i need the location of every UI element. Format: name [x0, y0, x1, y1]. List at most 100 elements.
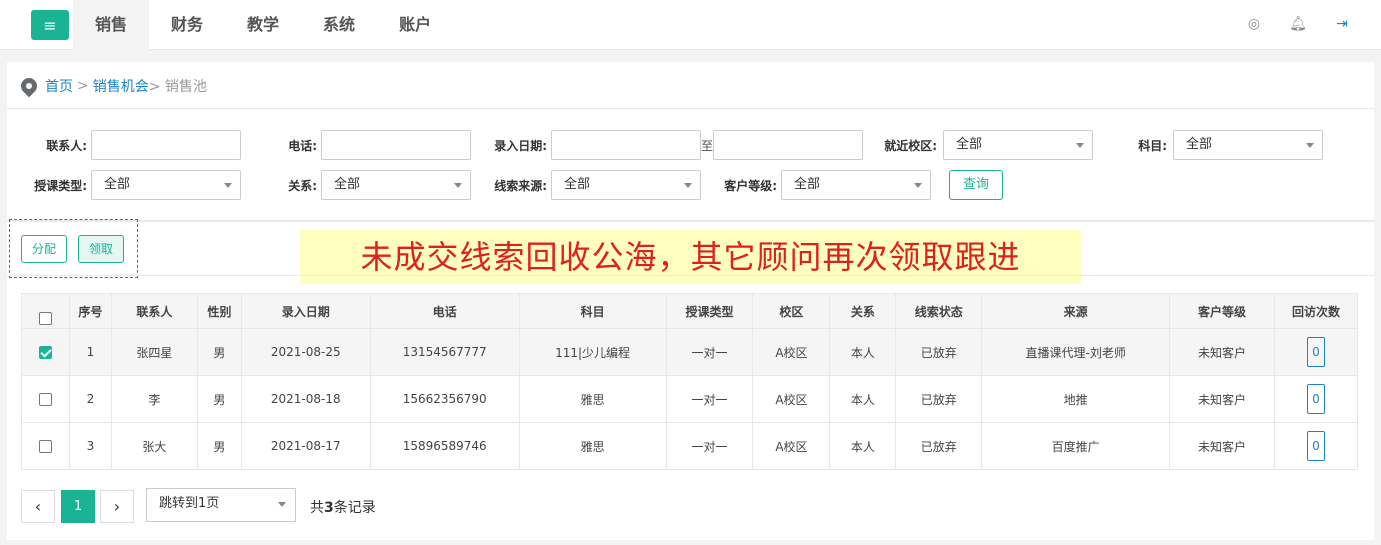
date-end-input[interactable] — [713, 130, 863, 160]
breadcrumb-home[interactable]: 首页 — [45, 76, 73, 96]
divider — [7, 275, 1374, 276]
cell-contact: 李 — [110, 375, 198, 423]
row-checkbox[interactable] — [38, 393, 52, 406]
table-row[interactable]: 2 李 男 2021-08-18 15662356790 雅思 一对一 A校区 … — [21, 375, 1359, 423]
campus-select[interactable]: 全部 — [943, 130, 1093, 160]
date-start-input[interactable] — [551, 130, 701, 160]
date-to-text: 至 — [701, 139, 714, 153]
select-all-cell — [21, 293, 70, 329]
claim-button[interactable]: 领取 — [78, 235, 124, 263]
assign-button[interactable]: 分配 — [21, 235, 67, 263]
lead-source-select[interactable]: 全部 — [551, 170, 701, 200]
sales-pool-table: 序号 联系人 性别 录入日期 电话 科目 授课类型 校区 关系 线索状态 来源 … — [21, 293, 1359, 470]
prev-page-button[interactable]: ‹ — [21, 490, 55, 523]
cell-status: 已放弃 — [895, 375, 983, 423]
table-row[interactable]: 1 张四星 男 2021-08-25 13154567777 111|少儿编程 … — [21, 328, 1359, 376]
total-records: 共3条记录 — [310, 497, 376, 517]
cell-subject: 雅思 — [518, 375, 667, 423]
row-checkbox[interactable] — [38, 346, 52, 359]
cell-date: 2021-08-17 — [240, 422, 371, 470]
breadcrumb: 首页 > 销售机会 > 销售池 — [17, 74, 207, 98]
column-header: 序号 — [68, 293, 112, 329]
cell-date: 2021-08-18 — [240, 375, 371, 423]
column-header: 客户等级 — [1169, 293, 1275, 329]
total-prefix: 共 — [310, 500, 324, 516]
course-type-select[interactable]: 全部 — [91, 170, 241, 200]
nav-item-teaching[interactable]: 教学 — [225, 0, 301, 50]
breadcrumb-sales-opportunity[interactable]: 销售机会 — [93, 76, 149, 96]
query-button[interactable]: 查询 — [949, 170, 1003, 200]
cell-source: 百度推广 — [981, 422, 1171, 470]
cell-level: 未知客户 — [1169, 375, 1275, 423]
column-header: 性别 — [196, 293, 242, 329]
column-header: 校区 — [752, 293, 831, 329]
contact-label: 联系人: — [46, 139, 87, 153]
bell-icon[interactable]: 🔔︎ — [1289, 15, 1307, 33]
customer-level-select[interactable]: 全部 — [781, 170, 931, 200]
support-icon[interactable]: ◎ — [1245, 15, 1263, 33]
entry-date-label: 录入日期: — [494, 139, 547, 153]
lead-source-select-value: 全部 — [564, 177, 591, 192]
column-header: 科目 — [518, 293, 667, 329]
chevron-down-icon — [224, 183, 232, 188]
table-header-row: 序号 联系人 性别 录入日期 电话 科目 授课类型 校区 关系 线索状态 来源 … — [21, 293, 1359, 329]
jump-to-page-value: 跳转到1页 — [159, 496, 220, 511]
relation-label: 关系: — [288, 179, 317, 193]
top-bar: ≡ 销售 财务 教学 系统 账户 ◎ 🔔︎ ⇥ — [0, 0, 1381, 50]
cell-visits: 0 — [1273, 375, 1359, 423]
cell-visits: 0 — [1273, 422, 1359, 470]
cell-contact: 张四星 — [110, 328, 198, 376]
subject-select-value: 全部 — [1186, 137, 1213, 152]
cell-date: 2021-08-25 — [240, 328, 371, 376]
relation-select[interactable]: 全部 — [321, 170, 471, 200]
column-header: 来源 — [981, 293, 1171, 329]
cell-course-type: 一对一 — [665, 422, 754, 470]
next-page-button[interactable]: › — [100, 490, 134, 523]
hamburger-menu-button[interactable]: ≡ — [31, 10, 69, 40]
breadcrumb-separator: > — [77, 78, 89, 94]
visit-count-button[interactable]: 0 — [1306, 431, 1325, 461]
page-1-button[interactable]: 1 — [61, 490, 95, 523]
cell-subject: 111|少儿编程 — [518, 328, 667, 376]
customer-level-label: 客户等级: — [724, 179, 777, 193]
cell-course-type: 一对一 — [665, 375, 754, 423]
nav-item-sales[interactable]: 销售 — [73, 0, 150, 50]
cell-subject: 雅思 — [518, 422, 667, 470]
phone-input[interactable] — [321, 130, 471, 160]
chevron-down-icon — [278, 502, 286, 507]
cell-contact: 张大 — [110, 422, 198, 470]
column-header: 关系 — [829, 293, 897, 329]
row-select-cell — [21, 328, 70, 376]
select-all-checkbox[interactable] — [38, 312, 52, 325]
chevron-down-icon — [1076, 143, 1084, 148]
top-right-icons: ◎ 🔔︎ ⇥ — [1245, 15, 1351, 33]
location-pin-icon — [17, 74, 41, 98]
cell-visits: 0 — [1273, 328, 1359, 376]
chevron-down-icon — [1306, 143, 1314, 148]
cell-gender: 男 — [196, 328, 242, 376]
cell-gender: 男 — [196, 422, 242, 470]
chevron-down-icon — [914, 183, 922, 188]
subject-select[interactable]: 全部 — [1173, 130, 1323, 160]
column-header: 授课类型 — [665, 293, 754, 329]
breadcrumb-current: > 销售池 — [148, 79, 207, 95]
column-header: 电话 — [369, 293, 520, 329]
contact-input[interactable] — [91, 130, 241, 160]
table-row[interactable]: 3 张大 男 2021-08-17 15896589746 雅思 一对一 A校区… — [21, 422, 1359, 470]
hamburger-icon: ≡ — [43, 15, 57, 35]
logout-icon[interactable]: ⇥ — [1333, 15, 1351, 33]
cell-source: 直播课代理-刘老师 — [981, 328, 1171, 376]
cell-source: 地推 — [981, 375, 1171, 423]
lead-source-label: 线索来源: — [494, 179, 547, 193]
row-checkbox[interactable] — [38, 440, 52, 453]
cell-campus: A校区 — [752, 328, 831, 376]
jump-to-page-select[interactable]: 跳转到1页 — [146, 488, 296, 522]
cell-level: 未知客户 — [1169, 422, 1275, 470]
visit-count-button[interactable]: 0 — [1306, 337, 1325, 367]
nav-item-system[interactable]: 系统 — [301, 0, 377, 50]
nav-item-finance[interactable]: 财务 — [149, 0, 225, 50]
nav-item-account[interactable]: 账户 — [377, 0, 453, 50]
visit-count-button[interactable]: 0 — [1306, 384, 1325, 414]
row-select-cell — [21, 422, 70, 470]
total-count: 3 — [324, 500, 334, 516]
